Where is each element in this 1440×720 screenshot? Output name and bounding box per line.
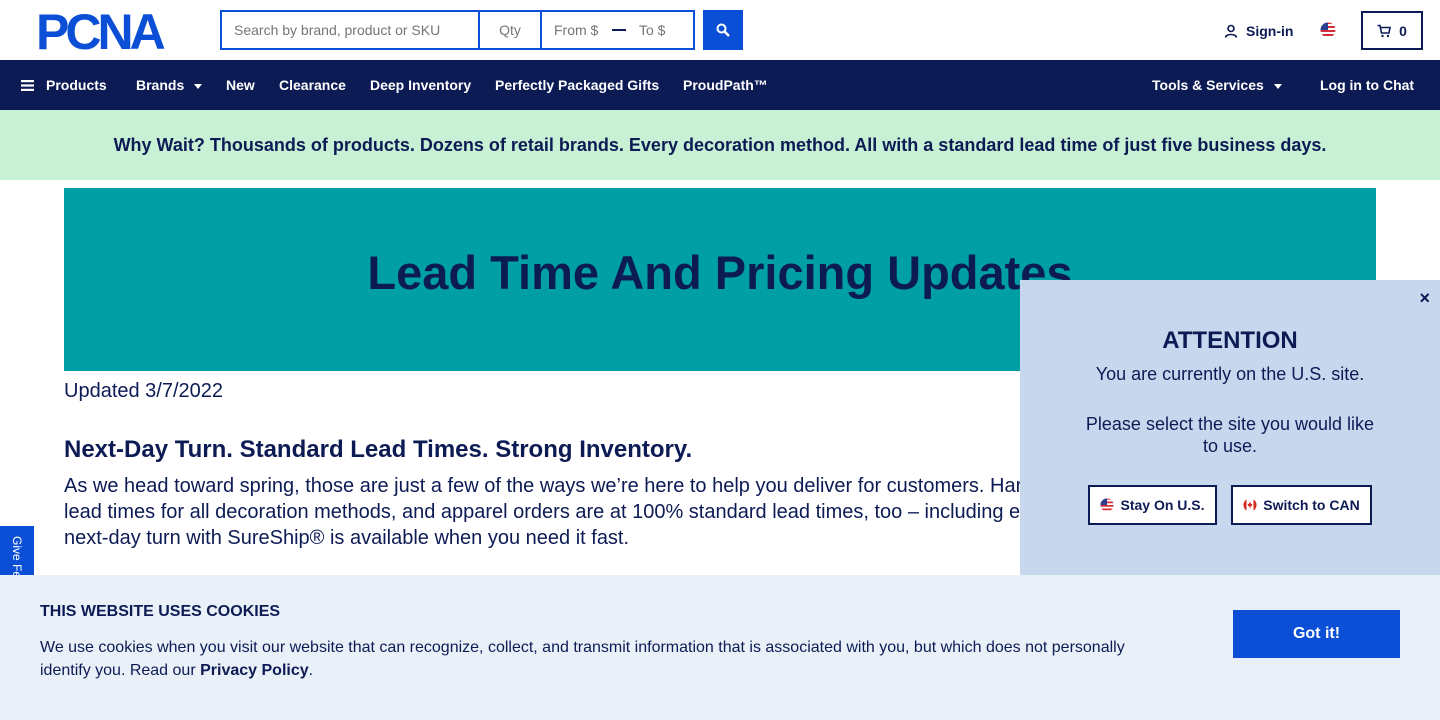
search-icon [716, 23, 730, 37]
chevron-down-icon [1273, 83, 1282, 89]
updated-date: Updated 3/7/2022 [64, 380, 224, 402]
nav-tools-label: Tools & Services [1152, 77, 1264, 93]
top-header: PCNA Sign-in [0, 0, 1440, 60]
user-icon [1224, 24, 1238, 38]
promo-banner: Why Wait? Thousands of products. Dozens … [0, 110, 1440, 180]
nav-brands-label: Brands [136, 77, 185, 93]
attention-message: You are currently on the U.S. site. [1095, 364, 1365, 384]
search-button[interactable] [703, 10, 743, 50]
switch-can-label: Switch to CAN [1263, 497, 1360, 513]
close-icon[interactable]: × [1419, 288, 1430, 309]
feedback-tab[interactable]: Give Fe [0, 526, 34, 576]
cookie-text: We use cookies when you visit our websit… [40, 636, 1160, 682]
accept-cookies-button[interactable]: Got it! [1233, 610, 1400, 658]
search-input[interactable] [220, 10, 478, 50]
stay-us-label: Stay On U.S. [1120, 497, 1205, 513]
cookie-title: THIS WEBSITE USES COOKIES [40, 603, 281, 620]
chevron-down-icon [194, 83, 203, 89]
nav-clearance[interactable]: Clearance [279, 60, 346, 110]
nav-brands[interactable]: Brands [136, 60, 203, 110]
attention-prompt: Please select the site you would like to… [1085, 414, 1375, 456]
nav-tools-services[interactable]: Tools & Services [1152, 60, 1282, 110]
stay-us-button[interactable]: Stay On U.S. [1088, 485, 1217, 525]
cart-count: 0 [1399, 22, 1407, 39]
us-flag-icon [1100, 498, 1115, 512]
nav-products-label: Products [46, 77, 107, 93]
sign-in-label: Sign-in [1246, 23, 1294, 39]
cookie-banner: THIS WEBSITE USES COOKIES We use cookies… [0, 575, 1440, 720]
sign-in-link[interactable]: Sign-in [1224, 21, 1293, 41]
promo-text: Why Wait? Thousands of products. Dozens … [113, 134, 1327, 155]
canada-flag-icon [1243, 498, 1257, 512]
main-nav: Products Brands New Clearance Deep Inven… [0, 60, 1440, 110]
site-select-popup: × ATTENTION You are currently on the U.S… [1020, 280, 1440, 580]
price-from-input[interactable] [542, 22, 612, 38]
cart-icon [1377, 24, 1392, 37]
attention-title: ATTENTION [1162, 327, 1298, 354]
search-group [220, 10, 695, 50]
feedback-label: Give Fe [10, 536, 24, 576]
nav-new[interactable]: New [226, 60, 255, 110]
nav-deep-inventory[interactable]: Deep Inventory [370, 60, 471, 110]
nav-gifts[interactable]: Perfectly Packaged Gifts [495, 60, 659, 110]
cart-button[interactable]: 0 [1361, 11, 1423, 50]
switch-can-button[interactable]: Switch to CAN [1231, 485, 1372, 525]
pcna-logo[interactable]: PCNA [36, 4, 184, 60]
price-to-input[interactable] [633, 22, 693, 38]
cookie-period: . [308, 662, 314, 679]
qty-input[interactable] [478, 10, 540, 50]
logo-text: PCNA [36, 11, 165, 51]
hamburger-icon [21, 79, 34, 91]
nav-proudpath[interactable]: ProudPath™ [683, 60, 768, 110]
price-range [540, 10, 695, 50]
section-heading: Next-Day Turn. Standard Lead Times. Stro… [64, 436, 693, 463]
nav-products[interactable]: Products [21, 60, 107, 110]
nav-chat[interactable]: Log in to Chat [1320, 60, 1414, 110]
privacy-policy-link[interactable]: Privacy Policy [200, 662, 309, 679]
price-range-dash [612, 29, 626, 31]
us-flag-icon[interactable] [1320, 22, 1336, 38]
